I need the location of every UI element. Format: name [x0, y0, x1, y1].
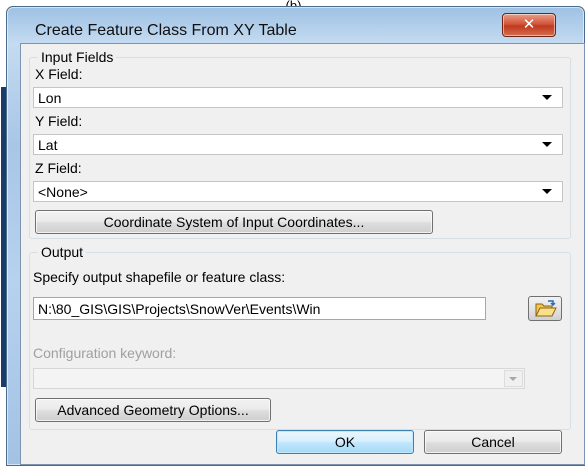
- output-specify-label: Specify output shapefile or feature clas…: [33, 269, 286, 285]
- chevron-down-icon: [542, 142, 552, 147]
- z-field-label: Z Field:: [35, 160, 82, 176]
- close-button[interactable]: ✕: [502, 13, 556, 37]
- input-fields-legend: Input Fields: [38, 49, 117, 65]
- chevron-down-icon: [542, 95, 552, 100]
- output-path-value: N:\80_GIS\GIS\Projects\SnowVer\Events\Wi…: [38, 301, 321, 317]
- y-field-select[interactable]: Lat: [33, 134, 563, 155]
- x-field-select[interactable]: Lon: [33, 87, 563, 108]
- output-path-input[interactable]: N:\80_GIS\GIS\Projects\SnowVer\Events\Wi…: [33, 297, 486, 320]
- output-legend: Output: [38, 244, 87, 260]
- x-field-label: X Field:: [35, 66, 83, 82]
- x-field-value: Lon: [38, 90, 62, 106]
- z-field-value: <None>: [38, 184, 88, 200]
- output-group: Output Specify output shapefile or featu…: [29, 244, 571, 430]
- configuration-keyword-select[interactable]: [33, 368, 525, 389]
- cancel-button[interactable]: Cancel: [424, 430, 562, 454]
- chevron-down-icon: [542, 189, 552, 194]
- coordinate-system-button[interactable]: Coordinate System of Input Coordinates..…: [35, 210, 433, 234]
- ok-button[interactable]: OK: [276, 430, 414, 454]
- y-field-value: Lat: [38, 137, 58, 153]
- folder-open-icon: [535, 300, 557, 317]
- close-icon: ✕: [522, 15, 536, 33]
- configuration-keyword-label: Configuration keyword:: [33, 345, 177, 361]
- window-title: Create Feature Class From XY Table: [35, 22, 297, 39]
- z-field-select[interactable]: <None>: [33, 181, 563, 202]
- input-fields-group: Input Fields X Field: Lon Y Field: Lat Z…: [29, 49, 571, 239]
- chevron-down-icon: [504, 370, 523, 387]
- dialog-body: Input Fields X Field: Lon Y Field: Lat Z…: [20, 43, 585, 465]
- dialog-window: Create Feature Class From XY Table ✕ Inp…: [1, 6, 585, 466]
- browse-button[interactable]: [528, 296, 562, 321]
- advanced-geometry-options-button[interactable]: Advanced Geometry Options...: [35, 398, 271, 422]
- y-field-label: Y Field:: [35, 113, 83, 129]
